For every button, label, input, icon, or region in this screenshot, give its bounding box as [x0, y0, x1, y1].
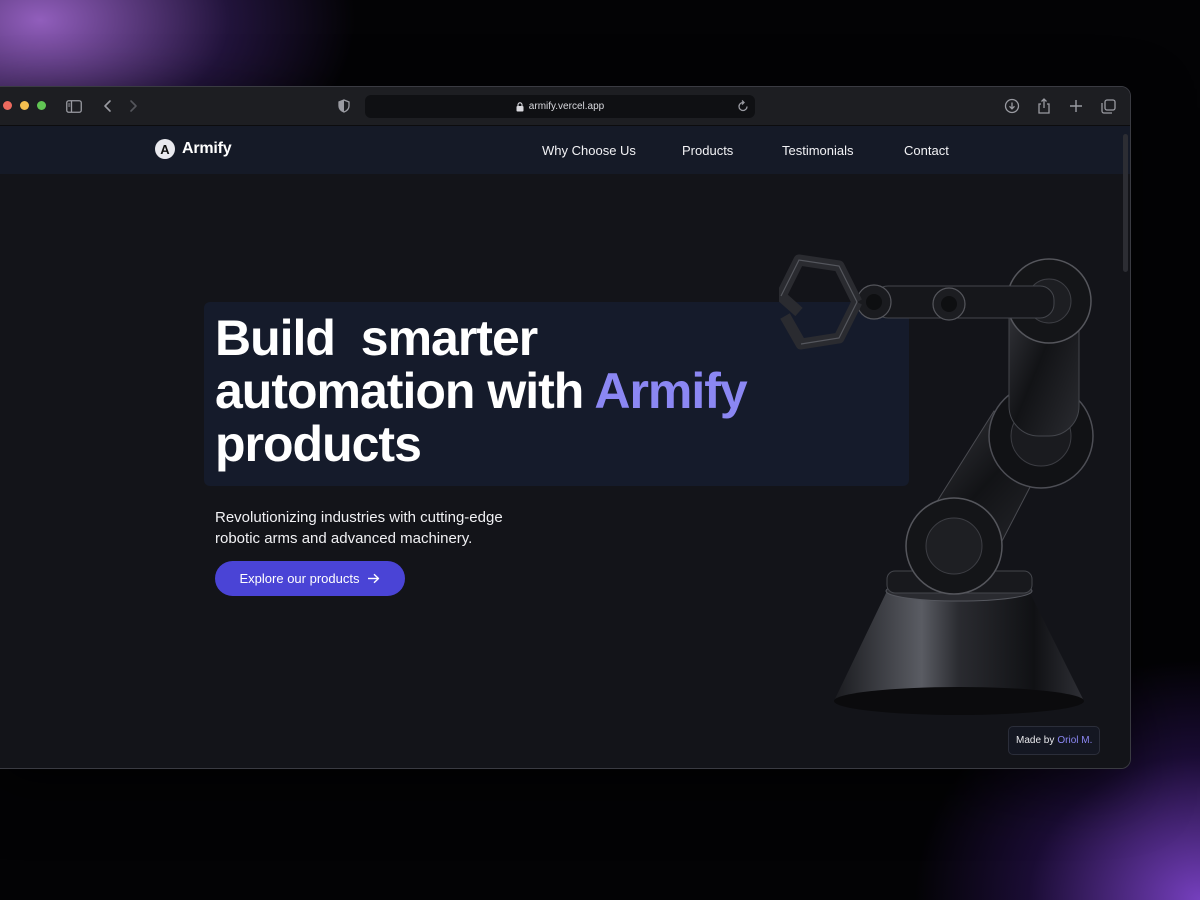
chevron-right-icon[interactable] [123, 96, 143, 116]
shield-icon[interactable] [334, 96, 354, 116]
credit-prefix: Made by [1016, 735, 1055, 746]
nav-link-testimonials[interactable]: Testimonials [782, 143, 854, 158]
nav-link-products[interactable]: Products [682, 143, 733, 158]
headline-line-3: products [215, 416, 422, 472]
subtitle-line-1: Revolutionizing industries with cutting-… [215, 509, 503, 526]
brand-name: Armify [182, 140, 232, 157]
minimize-window-button[interactable] [20, 101, 29, 110]
zoom-window-button[interactable] [37, 101, 46, 110]
tabs-overview-icon[interactable] [1098, 96, 1118, 116]
page-scrollbar[interactable] [1123, 134, 1128, 272]
sidebar-icon[interactable] [64, 96, 84, 116]
share-icon[interactable] [1034, 96, 1054, 116]
reload-icon[interactable] [737, 99, 749, 113]
headline-line-2: automation with [215, 363, 595, 419]
site-logo[interactable]: A Armify [155, 139, 232, 159]
download-icon[interactable] [1002, 96, 1022, 116]
credit-author: Oriol M. [1057, 735, 1093, 746]
made-by-credit[interactable]: Made by Oriol M. [1008, 726, 1101, 755]
nav-link-why-choose-us[interactable]: Why Choose Us [542, 143, 636, 158]
page-viewport: A Armify Why Choose Us Products Testimon… [0, 126, 1130, 768]
hero-subtitle: Revolutionizing industries with cutting-… [215, 507, 575, 549]
headline-line-1: Build smarter [215, 310, 538, 366]
hero-headline: Build smarter automation with Armify pro… [215, 312, 875, 471]
site-navbar: A Armify Why Choose Us Products Testimon… [0, 126, 1130, 174]
cta-label: Explore our products [239, 571, 360, 586]
logo-badge: A [155, 139, 175, 159]
subtitle-line-2: robotic arms and advanced machinery. [215, 530, 473, 547]
url-text: armify.vercel.app [528, 101, 605, 112]
lock-icon [516, 101, 524, 112]
address-bar[interactable]: armify.vercel.app [365, 95, 755, 118]
browser-toolbar: armify.vercel.app [0, 87, 1130, 126]
plus-icon[interactable] [1066, 96, 1086, 116]
browser-window: armify.vercel.app A Armify Why Choose Us… [0, 86, 1131, 769]
robot-arm-image [779, 254, 1094, 715]
arrow-right-icon [367, 573, 380, 584]
explore-products-button[interactable]: Explore our products [215, 561, 405, 596]
nav-link-contact[interactable]: Contact [904, 143, 949, 158]
chevron-left-icon[interactable] [98, 96, 118, 116]
headline-accent: Armify [594, 363, 747, 419]
close-window-button[interactable] [3, 101, 12, 110]
